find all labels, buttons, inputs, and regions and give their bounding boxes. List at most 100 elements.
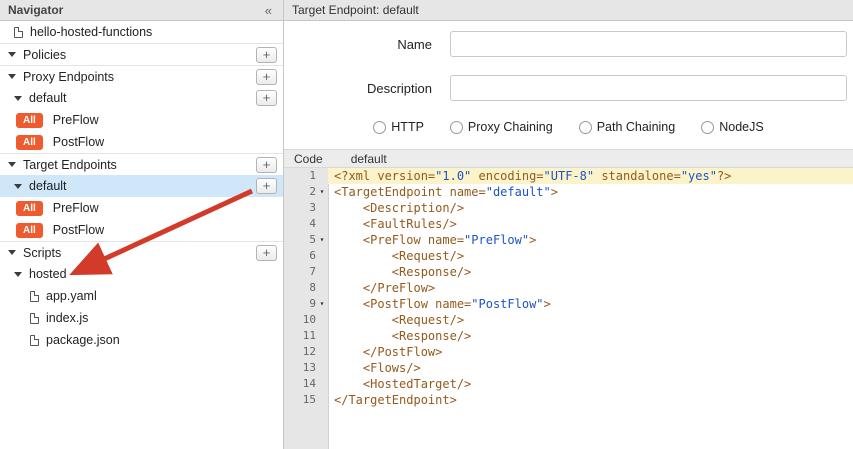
radio-icon (373, 121, 386, 134)
line-number: 9▾ (284, 296, 328, 312)
code-line[interactable]: 13 <Flows/> (284, 360, 853, 376)
code-line-text: </TargetEndpoint> (328, 392, 853, 408)
tree-item-file-index-js[interactable]: index.js (0, 307, 283, 329)
file-icon (30, 335, 39, 346)
section-target-endpoints[interactable]: Target Endpoints + (0, 153, 283, 175)
navigator-title: Navigator (8, 3, 63, 17)
code-line[interactable]: 4 <FaultRules/> (284, 216, 853, 232)
code-line[interactable]: 7 <Response/> (284, 264, 853, 280)
line-number: 15 (284, 392, 328, 408)
section-scripts[interactable]: Scripts + (0, 241, 283, 263)
code-line-text: <HostedTarget/> (328, 376, 853, 392)
add-script-button[interactable]: + (256, 245, 277, 261)
code-editor[interactable]: 1<?xml version="1.0" encoding="UTF-8" st… (284, 168, 853, 449)
tree-item-target-preflow[interactable]: All PreFlow (0, 197, 283, 219)
add-flow-button[interactable]: + (256, 90, 277, 106)
radio-label: Path Chaining (597, 120, 676, 134)
code-line-text: <?xml version="1.0" encoding="UTF-8" sta… (328, 168, 853, 184)
radio-label: NodeJS (719, 120, 763, 134)
section-label: Proxy Endpoints (23, 70, 114, 84)
tree-item-proxy-root[interactable]: hello-hosted-functions (0, 21, 283, 43)
condition-badge: All (16, 135, 43, 150)
code-line[interactable]: 3 <Description/> (284, 200, 853, 216)
tree-item-hosted-folder[interactable]: hosted (0, 263, 283, 285)
code-line[interactable]: 2▾<TargetEndpoint name="default"> (284, 184, 853, 200)
add-policy-button[interactable]: + (256, 47, 277, 63)
chevron-down-icon (8, 250, 16, 255)
fold-arrow-icon[interactable]: ▾ (316, 232, 328, 248)
collapse-panel-button[interactable]: « (262, 3, 275, 18)
chevron-down-icon (8, 52, 16, 57)
code-line[interactable]: 1<?xml version="1.0" encoding="UTF-8" st… (284, 168, 853, 184)
description-label: Description (284, 81, 432, 96)
tree-item-target-postflow[interactable]: All PostFlow (0, 219, 283, 241)
code-line-text: <Flows/> (328, 360, 853, 376)
section-proxy-endpoints[interactable]: Proxy Endpoints + (0, 65, 283, 87)
code-header: Code default (284, 149, 853, 168)
code-line[interactable]: 9▾ <PostFlow name="PostFlow"> (284, 296, 853, 312)
tree-item-proxy-preflow[interactable]: All PreFlow (0, 109, 283, 131)
line-number: 5▾ (284, 232, 328, 248)
add-proxy-endpoint-button[interactable]: + (256, 69, 277, 85)
code-line[interactable]: 12 </PostFlow> (284, 344, 853, 360)
folder-label: hosted (29, 267, 67, 281)
radio-path-chaining[interactable]: Path Chaining (579, 120, 676, 134)
condition-badge: All (16, 113, 43, 128)
code-line[interactable]: 8 </PreFlow> (284, 280, 853, 296)
detail-title: Target Endpoint: default (292, 3, 419, 17)
radio-proxy-chaining[interactable]: Proxy Chaining (450, 120, 553, 134)
add-flow-button[interactable]: + (256, 178, 277, 194)
tree-item-proxy-postflow[interactable]: All PostFlow (0, 131, 283, 153)
radio-icon (579, 121, 592, 134)
add-target-endpoint-button[interactable]: + (256, 157, 277, 173)
detail-panel: Target Endpoint: default Name Descriptio… (284, 0, 853, 449)
tree-item-file-package-json[interactable]: package.json (0, 329, 283, 351)
radio-icon (450, 121, 463, 134)
code-line-text: <Response/> (328, 328, 853, 344)
detail-header: Target Endpoint: default (284, 0, 853, 21)
file-label: app.yaml (46, 289, 97, 303)
radio-label: Proxy Chaining (468, 120, 553, 134)
section-policies[interactable]: Policies + (0, 43, 283, 65)
radio-http[interactable]: HTTP (373, 120, 424, 134)
code-tab-label: Code (284, 152, 323, 166)
line-number: 4 (284, 216, 328, 232)
app-window: Navigator « hello-hosted-functions Polic… (0, 0, 853, 449)
line-number: 14 (284, 376, 328, 392)
line-number: 7 (284, 264, 328, 280)
file-icon (30, 313, 39, 324)
name-input[interactable] (450, 31, 847, 57)
file-icon (14, 27, 23, 38)
radio-icon (701, 121, 714, 134)
endpoint-label: default (29, 91, 67, 105)
navigator-panel: Navigator « hello-hosted-functions Polic… (0, 0, 284, 449)
tree-item-target-endpoint-default[interactable]: default + (0, 175, 283, 197)
condition-badge: All (16, 223, 43, 238)
code-line[interactable]: 5▾ <PreFlow name="PreFlow"> (284, 232, 853, 248)
line-number: 3 (284, 200, 328, 216)
radio-nodejs[interactable]: NodeJS (701, 120, 763, 134)
code-line-text: <Response/> (328, 264, 853, 280)
line-number: 8 (284, 280, 328, 296)
chevron-down-icon (14, 272, 22, 277)
code-line[interactable]: 10 <Request/> (284, 312, 853, 328)
code-file-label: default (351, 152, 387, 166)
code-line[interactable]: 6 <Request/> (284, 248, 853, 264)
chevron-down-icon (8, 162, 16, 167)
line-number: 12 (284, 344, 328, 360)
description-input[interactable] (450, 75, 847, 101)
section-label: Scripts (23, 246, 61, 260)
file-label: index.js (46, 311, 88, 325)
code-line[interactable]: 15</TargetEndpoint> (284, 392, 853, 408)
code-line[interactable]: 14 <HostedTarget/> (284, 376, 853, 392)
fold-arrow-icon[interactable]: ▾ (316, 296, 328, 312)
code-line-text: <PostFlow name="PostFlow"> (328, 296, 853, 312)
chevron-down-icon (14, 184, 22, 189)
tree-item-proxy-endpoint-default[interactable]: default + (0, 87, 283, 109)
code-line-text: <Description/> (328, 200, 853, 216)
fold-arrow-icon[interactable]: ▾ (316, 184, 328, 200)
code-line[interactable]: 11 <Response/> (284, 328, 853, 344)
tree-item-file-app-yaml[interactable]: app.yaml (0, 285, 283, 307)
description-row: Description (284, 75, 853, 101)
code-line-text: <Request/> (328, 248, 853, 264)
